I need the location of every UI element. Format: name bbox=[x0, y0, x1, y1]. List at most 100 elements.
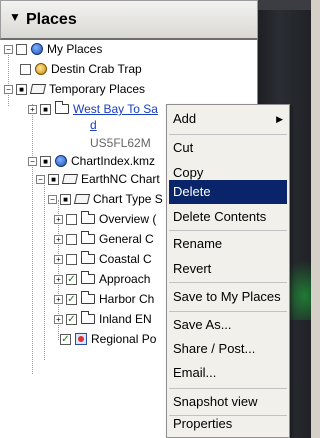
network-link-icon bbox=[75, 333, 87, 345]
menu-item-email[interactable]: Email... bbox=[169, 361, 287, 385]
tree-item-general[interactable]: + General C bbox=[54, 230, 154, 248]
tree-item-west-bay-wrap: d bbox=[90, 116, 97, 134]
menu-item-label: Rename bbox=[173, 236, 223, 251]
tree-item-label: Chart Type S bbox=[93, 192, 163, 206]
menu-item-properties[interactable]: Properties bbox=[169, 412, 287, 436]
folder-icon bbox=[81, 291, 95, 304]
checkbox[interactable]: ■ bbox=[40, 155, 51, 167]
menu-item-label: Save to My Places bbox=[173, 289, 281, 304]
menu-item-cut[interactable]: Cut bbox=[169, 136, 287, 160]
places-title: Places bbox=[26, 11, 77, 28]
checkbox[interactable]: ■ bbox=[16, 83, 27, 95]
tree-item-my-places[interactable]: − My Places bbox=[4, 40, 102, 58]
menu-item-label: Save As... bbox=[173, 317, 232, 332]
folder-icon bbox=[81, 231, 95, 244]
checkbox[interactable]: ■ bbox=[60, 193, 71, 205]
menu-item-label: Cut bbox=[173, 140, 194, 155]
expand-toggle[interactable]: + bbox=[54, 274, 63, 284]
tree-item-chart-type[interactable]: − ■ Chart Type S bbox=[48, 190, 163, 208]
menu-item-label: Delete Contents bbox=[173, 209, 267, 224]
menu-item-delete[interactable]: Delete bbox=[169, 180, 287, 204]
tree-item-west-bay-id: US5FL62M bbox=[90, 134, 151, 152]
expand-toggle[interactable]: + bbox=[54, 314, 63, 324]
tree-item-harbor[interactable]: + ✓ Harbor Ch bbox=[54, 290, 154, 308]
checkbox-checked[interactable]: ✓ bbox=[66, 293, 77, 305]
tree-item-label: Regional Po bbox=[91, 332, 157, 346]
menu-item-save-as[interactable]: Save As... bbox=[169, 313, 287, 337]
globe-icon bbox=[31, 43, 43, 55]
menu-item-save-to-my-places[interactable]: Save to My Places bbox=[169, 285, 287, 309]
tree-item-link[interactable]: West Bay To Sa bbox=[73, 100, 158, 118]
placemark-icon bbox=[35, 63, 47, 75]
menu-item-label: Email... bbox=[173, 365, 217, 380]
tree-item-earthnc[interactable]: − ■ EarthNC Chart bbox=[36, 170, 160, 188]
tree-item-label: Inland EN bbox=[99, 312, 152, 326]
expand-toggle[interactable]: + bbox=[54, 254, 63, 264]
menu-item-add[interactable]: Add ▶ bbox=[169, 107, 287, 131]
checkbox[interactable] bbox=[16, 43, 27, 55]
folder-icon bbox=[81, 271, 95, 284]
expand-toggle[interactable]: + bbox=[54, 214, 63, 224]
open-folder-icon bbox=[29, 84, 47, 94]
tree-item-temporary-places[interactable]: − ■ Temporary Places bbox=[4, 80, 145, 98]
menu-separator bbox=[169, 230, 287, 231]
tree-guide bbox=[44, 180, 45, 360]
menu-item-delete-contents[interactable]: Delete Contents bbox=[169, 205, 287, 229]
expand-toggle[interactable]: + bbox=[54, 294, 63, 304]
open-folder-icon bbox=[61, 174, 79, 184]
expand-toggle[interactable]: + bbox=[54, 234, 63, 244]
folder-icon bbox=[81, 211, 95, 224]
checkbox-checked[interactable]: ✓ bbox=[60, 333, 71, 345]
globe-icon bbox=[55, 155, 67, 167]
menu-item-label: Delete bbox=[173, 184, 211, 199]
folder-icon bbox=[81, 311, 95, 324]
expand-toggle[interactable]: + bbox=[28, 104, 37, 114]
tree-guide bbox=[32, 104, 33, 374]
menu-item-label: Copy bbox=[173, 165, 204, 180]
menu-separator bbox=[169, 311, 287, 312]
menu-item-snapshot-view[interactable]: Snapshot view bbox=[169, 390, 287, 414]
expand-toggle[interactable]: − bbox=[4, 44, 13, 54]
checkbox-checked[interactable]: ✓ bbox=[66, 273, 77, 285]
tree-item-label: ChartIndex.kmz bbox=[71, 154, 156, 168]
checkbox-checked[interactable]: ✓ bbox=[66, 313, 77, 325]
tree-item-label: Harbor Ch bbox=[99, 292, 155, 306]
tree-item-overview[interactable]: + Overview ( bbox=[54, 210, 156, 228]
map-toolbar-edge bbox=[258, 0, 311, 10]
menu-separator bbox=[169, 388, 287, 389]
menu-item-label: Share / Post... bbox=[173, 341, 256, 356]
open-folder-icon bbox=[73, 194, 91, 204]
tree-item-label: Approach bbox=[99, 272, 151, 286]
checkbox[interactable] bbox=[66, 253, 77, 265]
checkbox[interactable] bbox=[66, 213, 77, 225]
checkbox[interactable] bbox=[66, 233, 77, 245]
checkbox[interactable] bbox=[20, 63, 31, 75]
menu-separator bbox=[169, 282, 287, 283]
menu-item-rename[interactable]: Rename bbox=[169, 232, 287, 256]
collapse-arrow-icon[interactable]: ▼ bbox=[9, 10, 21, 24]
tree-item-chartindex[interactable]: − ■ ChartIndex.kmz bbox=[28, 152, 155, 170]
expand-toggle[interactable]: − bbox=[48, 194, 57, 204]
tree-item-link-wrap[interactable]: d bbox=[90, 116, 97, 134]
tree-item-regional[interactable]: ✓ Regional Po bbox=[60, 330, 156, 348]
tree-item-description: US5FL62M bbox=[90, 136, 151, 150]
menu-item-label: Revert bbox=[173, 261, 212, 276]
tree-item-approach[interactable]: + ✓ Approach bbox=[54, 270, 150, 288]
places-header[interactable]: ▼ Places bbox=[0, 0, 258, 40]
context-menu: Add ▶ Cut Copy Delete Delete Contents Re… bbox=[166, 104, 290, 438]
expand-toggle[interactable]: − bbox=[28, 156, 37, 166]
tree-item-inland[interactable]: + ✓ Inland EN bbox=[54, 310, 152, 328]
expand-toggle[interactable]: − bbox=[4, 84, 13, 94]
submenu-arrow-icon: ▶ bbox=[276, 114, 283, 124]
tree-item-destin-crab-trap[interactable]: Destin Crab Trap bbox=[20, 60, 142, 78]
menu-item-revert[interactable]: Revert bbox=[169, 257, 287, 281]
checkbox[interactable]: ■ bbox=[48, 173, 59, 185]
tree-item-coastal[interactable]: + Coastal C bbox=[54, 250, 152, 268]
expand-toggle[interactable]: − bbox=[36, 174, 45, 184]
checkbox[interactable]: ■ bbox=[40, 103, 51, 115]
tree-item-label: EarthNC Chart bbox=[81, 172, 160, 186]
tree-item-label: Destin Crab Trap bbox=[51, 62, 142, 76]
tree-item-label: Overview ( bbox=[99, 212, 157, 226]
menu-item-share-post[interactable]: Share / Post... bbox=[169, 337, 287, 361]
tree-item-label: Coastal C bbox=[99, 252, 152, 266]
